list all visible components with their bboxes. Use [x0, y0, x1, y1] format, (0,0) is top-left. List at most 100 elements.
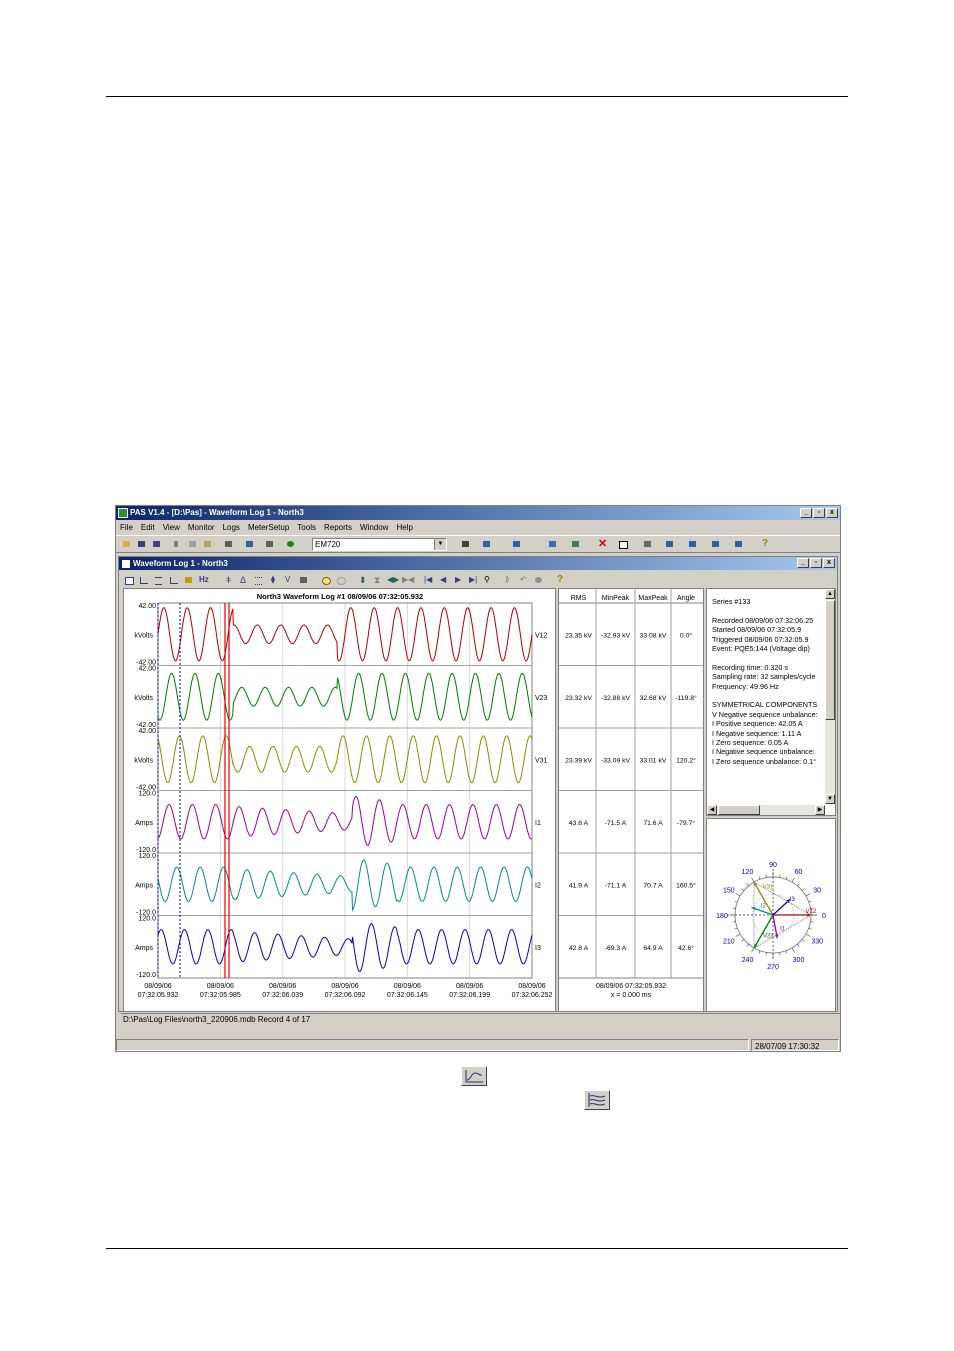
shrink-vertical-icon[interactable]: ⧗	[370, 574, 383, 586]
menu-metersetup[interactable]: MeterSetup	[244, 523, 293, 532]
list-icon[interactable]	[252, 574, 265, 586]
save-icon[interactable]	[135, 538, 148, 550]
close-button[interactable]: x	[826, 508, 838, 518]
expand-horizontal-icon[interactable]: ◀▶	[385, 574, 399, 586]
communication-icon[interactable]	[284, 538, 297, 550]
reset-icon[interactable]	[641, 538, 654, 550]
frequency-icon[interactable]: Hz	[197, 574, 212, 586]
y-top-label-v31: 42.00	[138, 728, 156, 735]
marker-icon[interactable]: ǂ	[222, 574, 235, 586]
table-header-angle: Angle	[677, 595, 695, 602]
x-tick-date: 08/09/06	[269, 983, 296, 990]
channel-list-icon[interactable]	[152, 574, 165, 586]
overlap-channels-icon[interactable]	[137, 574, 150, 586]
delete-icon[interactable]: ✕	[595, 538, 608, 550]
harmonics-icon[interactable]	[182, 574, 195, 586]
chevron-down-icon[interactable]: ▼	[434, 539, 446, 550]
align-icon[interactable]: ⧫	[267, 574, 280, 586]
scroll-up-icon[interactable]: ▲	[825, 589, 835, 599]
spectrum-icon[interactable]	[167, 574, 180, 586]
menu-help[interactable]: Help	[392, 523, 416, 532]
undo-icon[interactable]: ↶	[517, 574, 530, 586]
phasor-angle-label: 30	[813, 888, 821, 895]
phasor-label-i3: I3	[790, 897, 796, 903]
unit-label-v23: kVolts	[134, 695, 153, 702]
child-restore-button[interactable]: ▫	[810, 558, 822, 568]
channel-name-i2: I2	[535, 882, 541, 889]
zoom-out-icon[interactable]	[334, 574, 347, 586]
info-scroll-thumb[interactable]	[825, 600, 835, 720]
monitor-icon[interactable]	[663, 538, 676, 550]
x-tick-time: 07:32:06.252	[512, 992, 553, 999]
waveform-plot[interactable]: North3 Waveform Log #1 08/09/06 07:32:05…	[123, 588, 556, 1012]
first-record-icon[interactable]: |◀	[421, 574, 434, 586]
menu-logs[interactable]: Logs	[219, 523, 244, 532]
phasor-tick	[791, 877, 795, 883]
paste-icon[interactable]	[201, 538, 214, 550]
gen-icon[interactable]	[686, 538, 699, 550]
expand-vertical-icon[interactable]: ⬍	[355, 574, 368, 586]
shrink-horizontal-icon[interactable]: ▶◀	[400, 574, 414, 586]
scroll-down-icon[interactable]: ▼	[825, 794, 835, 804]
waveform-status-bar: D:\Pas\Log Files\north3_220906.mdb Recor…	[121, 1013, 840, 1026]
next-record-icon[interactable]: ▶	[451, 574, 464, 586]
last-record-icon[interactable]: ▶|	[466, 574, 479, 586]
page-header-rule	[106, 96, 848, 97]
tou-icon[interactable]	[732, 538, 745, 550]
table-cell: 0.0°	[680, 631, 692, 639]
channel-name-i3: I3	[535, 945, 541, 952]
download-icon[interactable]	[510, 538, 523, 550]
menu-window[interactable]: Window	[356, 523, 392, 532]
cut-icon[interactable]	[171, 538, 184, 550]
menu-monitor[interactable]: Monitor	[184, 523, 219, 532]
menu-edit[interactable]: Edit	[137, 523, 159, 532]
open-icon[interactable]	[120, 538, 133, 550]
restore-button[interactable]: ▫	[813, 508, 825, 518]
info-hscroll-thumb[interactable]	[718, 805, 760, 815]
child-minimize-button[interactable]: _	[797, 558, 809, 568]
delta-icon[interactable]: Δ	[237, 574, 250, 586]
menu-tools[interactable]: Tools	[293, 523, 320, 532]
copy-icon[interactable]	[186, 538, 199, 550]
device-combo[interactable]: EM720 ▼	[312, 538, 447, 551]
cancel-icon[interactable]	[532, 574, 545, 586]
zoom-in-icon[interactable]	[319, 574, 332, 586]
y-top-label-i1: 120.0	[138, 791, 156, 798]
previous-record-icon[interactable]: ◀	[436, 574, 449, 586]
skip-icon[interactable]: ⟫	[502, 574, 515, 586]
minimize-button[interactable]: _	[800, 508, 812, 518]
tile-icon[interactable]	[243, 538, 256, 550]
upload-icon[interactable]	[480, 538, 493, 550]
chart-icon[interactable]	[546, 538, 559, 550]
table-cell: 64.9 A	[643, 945, 663, 952]
save-all-icon[interactable]	[150, 538, 163, 550]
properties-icon[interactable]	[263, 538, 276, 550]
print-icon[interactable]	[222, 538, 235, 550]
channel-name-i1: I1	[535, 820, 541, 827]
x-tick-date: 08/09/06	[518, 983, 545, 990]
table-cell: 42.8 A	[569, 945, 589, 952]
help-icon[interactable]: ?	[758, 538, 771, 550]
log-icon[interactable]	[709, 538, 722, 550]
grid-icon[interactable]	[122, 574, 135, 586]
mail-icon[interactable]	[569, 538, 582, 550]
stop-icon[interactable]	[616, 538, 629, 550]
menu-file[interactable]: File	[116, 523, 137, 532]
x-tick-time: 07:32:06.039	[262, 992, 303, 999]
scroll-left-icon[interactable]: ◀	[707, 805, 717, 815]
app-status-bar: 28/07/09 17:30:32	[116, 1039, 840, 1051]
menu-view[interactable]: View	[159, 523, 184, 532]
menu-reports[interactable]: Reports	[320, 523, 356, 532]
info-vertical-scrollbar[interactable]: ▲ ▼	[825, 589, 835, 804]
waveform-help-icon[interactable]: ?	[553, 574, 566, 586]
waveform-window-title: Waveform Log 1 - North3	[133, 559, 228, 568]
info-horizontal-scrollbar[interactable]: ◀ ▶	[707, 805, 825, 815]
scroll-right-icon[interactable]: ▶	[815, 805, 825, 815]
scale-icon[interactable]: V	[282, 574, 295, 586]
table-icon[interactable]	[459, 538, 472, 550]
phasor-tick	[735, 933, 741, 937]
table-header-rms: RMS	[571, 595, 587, 602]
child-close-button[interactable]: x	[823, 558, 835, 568]
options-icon[interactable]	[297, 574, 310, 586]
find-icon[interactable]: ⚲	[481, 574, 494, 586]
